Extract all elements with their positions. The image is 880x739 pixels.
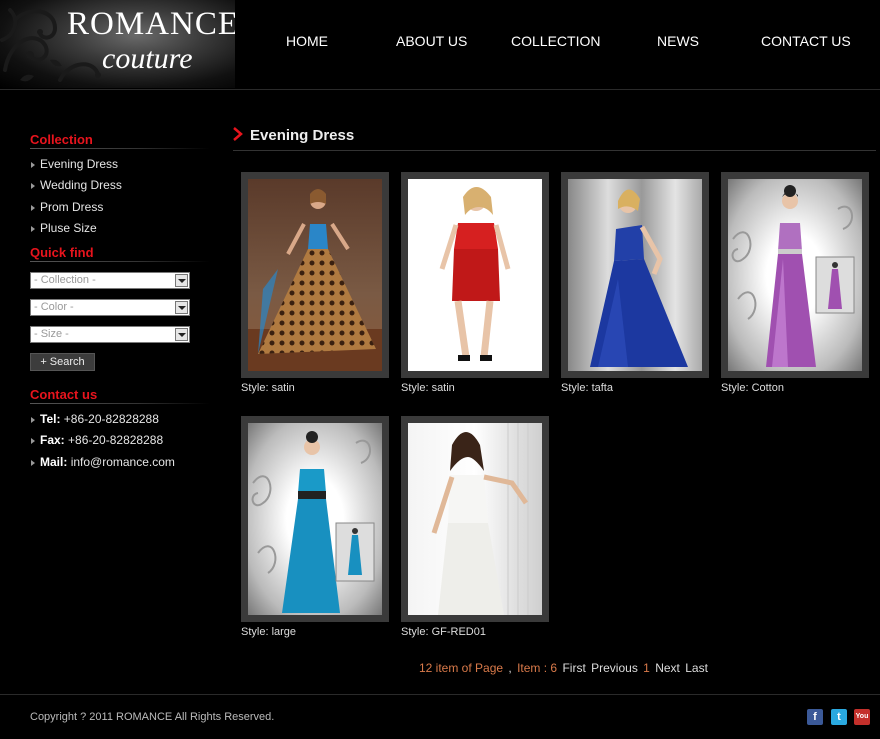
- chevron-down-icon[interactable]: [175, 274, 188, 288]
- dress-photo: [731, 185, 855, 367]
- collection-list: Evening Dress Wedding Dress Prom Dress P…: [30, 154, 210, 239]
- sidebar: Collection Evening Dress Wedding Dress P…: [30, 130, 210, 473]
- product-caption[interactable]: Style: GF-RED01: [401, 626, 549, 638]
- product-frame[interactable]: [241, 416, 389, 622]
- pager-next[interactable]: Next: [655, 661, 680, 675]
- chevron-right-icon: [233, 127, 243, 141]
- product-caption[interactable]: Style: satin: [241, 382, 389, 394]
- size-select-value: - Size -: [34, 328, 69, 341]
- contact-tel: Tel: +86-20-82828288: [30, 409, 210, 430]
- chevron-down-icon[interactable]: [175, 301, 188, 315]
- sidebar-item-wedding-dress[interactable]: Wedding Dress: [30, 175, 210, 196]
- footer: Copyright ? 2011 ROMANCE All Rights Rese…: [0, 694, 880, 739]
- product-frame[interactable]: [241, 172, 389, 378]
- product-frame[interactable]: [401, 172, 549, 378]
- collection-select-value: - Collection -: [34, 274, 96, 287]
- product-frame[interactable]: [561, 172, 709, 378]
- product-image[interactable]: [248, 423, 382, 615]
- pagination: 12 item of Page , Item : 6 First Previou…: [419, 661, 710, 675]
- product-card[interactable]: Style: satin: [401, 172, 549, 394]
- contact-fax-label: Fax:: [40, 433, 65, 448]
- product-frame[interactable]: [721, 172, 869, 378]
- product-image[interactable]: [728, 179, 862, 371]
- product-card[interactable]: Style: tafta: [561, 172, 709, 394]
- contact-mail-value[interactable]: info@romance.com: [71, 455, 175, 469]
- size-select[interactable]: - Size -: [30, 326, 190, 344]
- contact-fax: Fax: +86-20-82828288: [30, 430, 210, 451]
- dress-photo: [439, 187, 511, 361]
- product-caption[interactable]: Style: satin: [401, 382, 549, 394]
- search-button[interactable]: + Search: [30, 353, 95, 372]
- product-card[interactable]: Style: satin: [241, 172, 389, 394]
- page-title: Evening Dress: [250, 127, 355, 144]
- header: ROMANCE couture HOME ABOUT US COLLECTION…: [0, 0, 880, 90]
- facebook-icon[interactable]: f: [807, 709, 823, 725]
- contact-tel-label: Tel:: [40, 412, 61, 427]
- dress-photo: [251, 431, 375, 613]
- product-image[interactable]: [568, 179, 702, 371]
- color-select-value: - Color -: [34, 301, 74, 314]
- contact-list: Tel: +86-20-82828288 Fax: +86-20-8282828…: [30, 409, 210, 473]
- sidebar-item-pluse-size[interactable]: Pluse Size: [30, 218, 210, 239]
- product-image[interactable]: [408, 423, 542, 615]
- product-card[interactable]: Style: large: [241, 416, 389, 638]
- product-card[interactable]: Style: Cotton: [721, 172, 869, 394]
- contact-tel-value: +86-20-82828288: [63, 412, 159, 427]
- nav-about-us[interactable]: ABOUT US: [396, 33, 467, 49]
- item-count: Item : 6: [517, 661, 558, 675]
- product-caption[interactable]: Style: Cotton: [721, 382, 869, 394]
- pager-current: 1: [643, 661, 650, 675]
- pager-last[interactable]: Last: [685, 661, 708, 675]
- contact-heading: Contact us: [30, 385, 210, 406]
- contact-fax-value: +86-20-82828288: [68, 433, 164, 448]
- items-per-page: 12 item of Page: [419, 661, 504, 675]
- contact-mail: Mail: info@romance.com: [30, 452, 210, 473]
- pager-first[interactable]: First: [562, 661, 585, 675]
- nav-collection[interactable]: COLLECTION: [511, 33, 600, 49]
- sidebar-item-prom-dress[interactable]: Prom Dress: [30, 197, 210, 218]
- pager-separator: ,: [508, 661, 512, 675]
- section-title-bar: Evening Dress: [233, 124, 876, 151]
- copyright: Copyright ? 2011 ROMANCE All Rights Rese…: [30, 711, 275, 723]
- main-nav: HOME ABOUT US COLLECTION NEWS CONTACT US: [0, 33, 880, 53]
- dress-photo: [590, 189, 688, 367]
- quickfind-heading: Quick find: [30, 243, 210, 264]
- dress-photo: [431, 423, 529, 615]
- product-image[interactable]: [408, 179, 542, 371]
- pager-previous[interactable]: Previous: [591, 661, 638, 675]
- chevron-down-icon[interactable]: [175, 328, 188, 342]
- color-select[interactable]: - Color -: [30, 299, 190, 317]
- product-image[interactable]: [248, 179, 382, 371]
- dress-photo: [248, 189, 382, 371]
- contact-mail-label: Mail:: [40, 454, 68, 469]
- collection-select[interactable]: - Collection -: [30, 272, 190, 290]
- nav-contact-us[interactable]: CONTACT US: [761, 33, 851, 49]
- product-card[interactable]: Style: GF-RED01: [401, 416, 549, 638]
- product-caption[interactable]: Style: large: [241, 626, 389, 638]
- collection-heading: Collection: [30, 130, 210, 150]
- twitter-icon[interactable]: t: [831, 709, 847, 725]
- sidebar-item-evening-dress[interactable]: Evening Dress: [30, 154, 210, 175]
- product-frame[interactable]: [401, 416, 549, 622]
- nav-home[interactable]: HOME: [286, 33, 328, 49]
- nav-news[interactable]: NEWS: [657, 33, 699, 49]
- youtube-icon[interactable]: You: [854, 709, 870, 725]
- product-caption[interactable]: Style: tafta: [561, 382, 709, 394]
